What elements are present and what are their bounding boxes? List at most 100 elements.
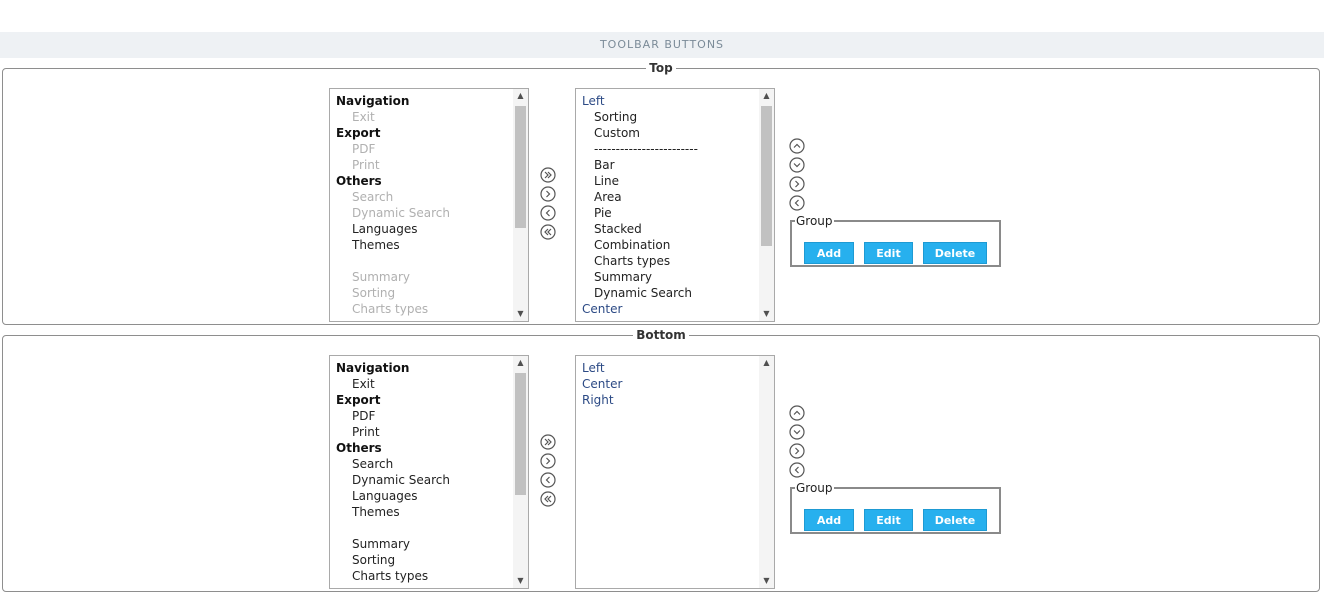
top-available-listbox[interactable]: Navigation Exit Export PDF Print Others Search…	[329, 88, 529, 322]
list-item[interactable]: Sorting	[336, 285, 512, 301]
list-zone-header[interactable]: Center	[582, 301, 758, 317]
list-item[interactable]: Print	[336, 424, 512, 440]
list-item[interactable]: Bar	[582, 157, 758, 173]
chevron-down-icon	[789, 157, 805, 173]
list-item[interactable]: Stacked	[582, 221, 758, 237]
list-item[interactable]: ------------------------	[582, 141, 758, 157]
vertical-scrollbar[interactable]: ▲ ▼	[513, 356, 528, 588]
delete-group-button[interactable]: Delete	[923, 242, 987, 264]
list-item[interactable]: Summary	[336, 269, 512, 285]
list-item[interactable]: Custom	[582, 125, 758, 141]
list-zone-header[interactable]: Right	[582, 392, 758, 408]
list-group-header[interactable]: Others	[336, 440, 512, 456]
scroll-down-icon[interactable]: ▼	[759, 574, 774, 588]
scroll-thumb[interactable]	[515, 106, 526, 228]
add-group-button[interactable]: Add	[804, 509, 854, 531]
selected-items: Left Center Right	[582, 360, 758, 408]
list-zone-header[interactable]: Left	[582, 360, 758, 376]
list-item[interactable]: Exit	[336, 109, 512, 125]
top-selected-listbox[interactable]: Left Sorting Custom -----------------------…	[575, 88, 775, 322]
move-right-button[interactable]	[540, 186, 556, 202]
indent-left-button[interactable]	[789, 195, 805, 211]
move-down-button[interactable]	[789, 424, 805, 440]
vertical-scrollbar[interactable]: ▲ ▼	[759, 356, 774, 588]
list-item[interactable]: Charts types	[336, 568, 512, 584]
bottom-selected-listbox[interactable]: Left Center Right ▲ ▼	[575, 355, 775, 589]
move-all-left-button[interactable]	[540, 224, 556, 240]
indent-right-button[interactable]	[789, 443, 805, 459]
list-item[interactable]: Themes	[336, 504, 512, 520]
list-item[interactable]: Print	[336, 157, 512, 173]
vertical-scrollbar[interactable]: ▲ ▼	[513, 89, 528, 321]
list-item[interactable]: Charts types	[582, 253, 758, 269]
double-chevron-left-icon	[540, 224, 556, 240]
list-item[interactable]: Charts types	[336, 301, 512, 317]
chevron-left-icon	[789, 462, 805, 478]
move-up-button[interactable]	[789, 405, 805, 421]
list-item[interactable]: Themes	[336, 237, 512, 253]
move-right-button[interactable]	[540, 453, 556, 469]
move-down-button[interactable]	[789, 157, 805, 173]
list-item[interactable]: Dynamic Search	[336, 205, 512, 221]
edit-group-button[interactable]: Edit	[864, 242, 913, 264]
chevron-right-icon	[540, 186, 556, 202]
chevron-up-icon	[789, 405, 805, 421]
list-item[interactable]: Summary	[336, 536, 512, 552]
bottom-available-listbox[interactable]: Navigation Exit Export PDF Print Others Search…	[329, 355, 529, 589]
move-all-right-button[interactable]	[540, 167, 556, 183]
add-group-button[interactable]: Add	[804, 242, 854, 264]
list-group-header[interactable]: Export	[336, 125, 512, 141]
scroll-down-icon[interactable]: ▼	[759, 307, 774, 321]
move-all-left-button[interactable]	[540, 491, 556, 507]
indent-left-button[interactable]	[789, 462, 805, 478]
list-item[interactable]: Dynamic Search	[582, 285, 758, 301]
edit-group-button[interactable]: Edit	[864, 509, 913, 531]
move-all-right-button[interactable]	[540, 434, 556, 450]
list-item[interactable]: Dynamic Search	[336, 472, 512, 488]
scroll-up-icon[interactable]: ▲	[513, 89, 528, 103]
scroll-up-icon[interactable]: ▲	[759, 356, 774, 370]
move-left-button[interactable]	[540, 205, 556, 221]
list-group-header[interactable]: Export	[336, 392, 512, 408]
group-legend: Group	[796, 481, 833, 495]
scroll-thumb[interactable]	[761, 106, 772, 246]
scroll-down-icon[interactable]: ▼	[513, 307, 528, 321]
move-up-button[interactable]	[789, 138, 805, 154]
list-group-header[interactable]: Others	[336, 173, 512, 189]
list-zone-header[interactable]: Left	[582, 93, 758, 109]
list-group-header[interactable]: Navigation	[336, 360, 512, 376]
top-section-legend: Top	[649, 61, 673, 75]
available-items: Navigation Exit Export PDF Print Others Search…	[336, 360, 512, 584]
selected-items: Left Sorting Custom -----------------------…	[582, 93, 758, 317]
scroll-thumb[interactable]	[515, 373, 526, 495]
list-item[interactable]: Area	[582, 189, 758, 205]
scroll-down-icon[interactable]: ▼	[513, 574, 528, 588]
chevron-right-icon	[789, 443, 805, 459]
chevron-up-icon	[789, 138, 805, 154]
chevron-left-icon	[789, 195, 805, 211]
list-group-header[interactable]: Navigation	[336, 93, 512, 109]
delete-group-button[interactable]: Delete	[923, 509, 987, 531]
list-item[interactable]: Exit	[336, 376, 512, 392]
list-item[interactable]: Languages	[336, 221, 512, 237]
list-item[interactable]: Search	[336, 456, 512, 472]
list-item[interactable]: PDF	[336, 408, 512, 424]
move-left-button[interactable]	[540, 472, 556, 488]
bottom-toolbar-section: Bottom Navigation Exit Export PDF Print Other…	[2, 329, 1320, 592]
list-item[interactable]: Search	[336, 189, 512, 205]
list-item[interactable]: Combination	[582, 237, 758, 253]
scroll-up-icon[interactable]: ▲	[513, 356, 528, 370]
list-item[interactable]: Sorting	[336, 552, 512, 568]
chevron-left-icon	[540, 205, 556, 221]
list-item[interactable]: Summary	[582, 269, 758, 285]
list-item[interactable]: Line	[582, 173, 758, 189]
list-item[interactable]: PDF	[336, 141, 512, 157]
scroll-up-icon[interactable]: ▲	[759, 89, 774, 103]
list-item[interactable]: Languages	[336, 488, 512, 504]
vertical-scrollbar[interactable]: ▲ ▼	[759, 89, 774, 321]
double-chevron-left-icon	[540, 491, 556, 507]
list-item[interactable]: Pie	[582, 205, 758, 221]
indent-right-button[interactable]	[789, 176, 805, 192]
list-item[interactable]: Sorting	[582, 109, 758, 125]
list-zone-header[interactable]: Center	[582, 376, 758, 392]
